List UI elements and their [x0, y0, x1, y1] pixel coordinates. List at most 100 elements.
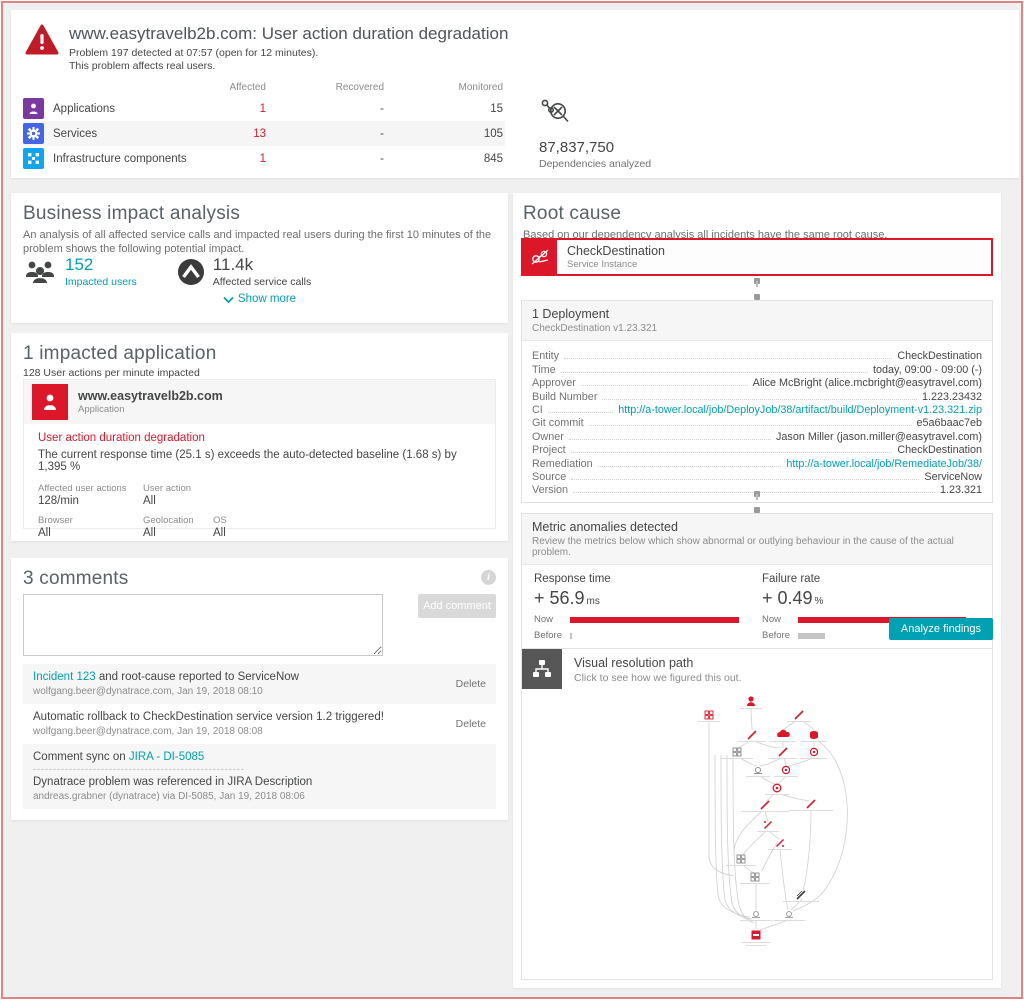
- service-calls-value: 11.4k: [213, 255, 311, 275]
- metrics-description: Review the metrics below which show abno…: [532, 536, 982, 558]
- col-monitored: Monitored: [384, 82, 503, 96]
- deployment-field-project: ProjectCheckDestination: [532, 443, 982, 456]
- comment-meta: wolfgang.beer@dynatrace.com, Jan 19, 201…: [33, 686, 486, 697]
- users-icon: [23, 260, 57, 284]
- field-user-action: User action All: [143, 483, 213, 507]
- before-bar: [798, 633, 825, 639]
- services-icon: [23, 123, 44, 144]
- impacted-users-label: Impacted users: [65, 276, 137, 288]
- col-recovered: Recovered: [266, 82, 384, 96]
- analyze-findings-button[interactable]: Analyze findings: [889, 618, 993, 640]
- ci-link[interactable]: http://a-tower.local/job/DeployJob/38/ar…: [618, 404, 982, 416]
- warning-icon: [25, 24, 59, 56]
- resolution-path-icon: [522, 649, 562, 689]
- incident-link[interactable]: Incident 123: [33, 671, 96, 683]
- monitored-count: 105: [384, 128, 503, 140]
- deployment-field-ci: CIhttp://a-tower.local/job/DeployJob/38/…: [532, 403, 982, 416]
- before-bar: [570, 633, 572, 639]
- affected-count[interactable]: 1: [221, 153, 266, 165]
- impacted-users-value: 152: [65, 255, 137, 275]
- impacted-application-subtitle: 128 User actions per minute impacted: [23, 367, 496, 379]
- info-icon[interactable]: i: [481, 570, 496, 585]
- recovered-count: -: [266, 128, 384, 140]
- connector-line: [754, 278, 760, 300]
- root-cause-title: Root cause: [523, 203, 993, 225]
- resolution-path-subtitle: Click to see how we figured this out.: [574, 672, 742, 684]
- business-impact-title: Business impact analysis: [23, 203, 496, 225]
- table-row-applications[interactable]: Applications 1 - 15: [23, 96, 505, 121]
- now-bar: [570, 617, 739, 623]
- visual-resolution-path[interactable]: Visual resolution path Click to see how …: [521, 648, 993, 980]
- comments-title: 3 comments: [23, 568, 496, 590]
- delete-comment-button[interactable]: Delete: [456, 718, 486, 730]
- comment-item: Incident 123 and root-cause reported to …: [23, 664, 496, 704]
- comment-item: Comment sync on JIRA - DI-5085 ---------…: [23, 744, 496, 809]
- monitored-count: 845: [384, 153, 503, 165]
- problem-affects: This problem affects real users.: [69, 60, 215, 72]
- deployment-field-build-number: Build Number1.223.23432: [532, 389, 982, 402]
- deployment-subtitle: CheckDestination v1.23.321: [532, 323, 982, 334]
- root-cause-entity-name: CheckDestination: [567, 244, 665, 258]
- dependencies-analyzed: 87,837,750 Dependencies analyzed: [539, 98, 651, 170]
- field-browser: Browser All: [38, 515, 143, 539]
- service-instance-icon: [523, 240, 557, 274]
- business-impact-description: An analysis of all affected service call…: [23, 229, 493, 256]
- jira-link[interactable]: JIRA - DI-5085: [129, 751, 204, 763]
- affected-count[interactable]: 1: [221, 103, 266, 115]
- impacted-users-stat[interactable]: 152 Impacted users: [23, 255, 137, 288]
- remediation-link[interactable]: http://a-tower.local/job/RemediateJob/38…: [786, 458, 982, 470]
- impacted-application-card: 1 impacted application 128 User actions …: [11, 333, 508, 541]
- delete-comment-button[interactable]: Delete: [456, 678, 486, 690]
- comment-input[interactable]: [23, 594, 383, 656]
- impact-table-header: Affected Recovered Monitored: [23, 82, 505, 96]
- resolution-path-title: Visual resolution path: [574, 656, 693, 670]
- dependencies-label: Dependencies analyzed: [539, 158, 651, 170]
- field-affected-user-actions: Affected user actions 128/min: [38, 483, 143, 507]
- application-icon: [32, 384, 68, 420]
- field-geolocation: Geolocation All: [143, 515, 213, 539]
- business-impact-card: Business impact analysis An analysis of …: [11, 193, 508, 323]
- deployment-field-git-commit: Git commite5a6baac7eb: [532, 416, 982, 429]
- service-calls-label: Affected service calls: [213, 276, 311, 288]
- resolution-path-graph[interactable]: [522, 695, 992, 977]
- impact-summary-table: Affected Recovered Monitored Application…: [23, 82, 505, 171]
- deployment-field-approver: ApproverAlice McBright (alice.mcbright@e…: [532, 376, 982, 389]
- application-detail-card[interactable]: www.easytravelb2b.com Application User a…: [23, 379, 496, 529]
- deployment-field-remediation: Remediationhttp://a-tower.local/job/Reme…: [532, 456, 982, 469]
- affected-service-calls-stat: 11.4k Affected service calls: [177, 255, 311, 288]
- field-os: OS All: [213, 515, 273, 539]
- deployment-card: 1 Deployment CheckDestination v1.23.321 …: [521, 300, 993, 503]
- page-title: www.easytravelb2b.com: User action durat…: [69, 24, 508, 44]
- deployment-title: 1 Deployment: [532, 307, 982, 321]
- chevron-down-icon: [223, 296, 234, 304]
- comments-card: 3 comments i Add comment Incident 123 an…: [11, 558, 508, 820]
- deployment-field-entity: EntityCheckDestination: [532, 349, 982, 362]
- row-label: Applications: [53, 103, 221, 115]
- service-calls-icon: [177, 258, 205, 286]
- problem-meta: Problem 197 detected at 07:57 (open for …: [69, 47, 318, 59]
- impacted-application-title: 1 impacted application: [23, 343, 496, 365]
- recovered-count: -: [266, 103, 384, 115]
- problem-type-label: User action duration degradation: [38, 432, 481, 444]
- show-more-button[interactable]: Show more: [11, 293, 508, 305]
- root-cause-entity-card[interactable]: CheckDestination Service Instance: [521, 238, 993, 276]
- add-comment-button[interactable]: Add comment: [418, 594, 496, 618]
- table-row-infrastructure[interactable]: Infrastructure components 1 - 845: [23, 146, 505, 171]
- application-name[interactable]: www.easytravelb2b.com: [78, 389, 223, 403]
- col-affected: Affected: [221, 82, 266, 96]
- connector-line: [754, 491, 760, 513]
- page-frame: www.easytravelb2b.com: User action durat…: [1, 1, 1023, 999]
- dependencies-count: 87,837,750: [539, 139, 651, 156]
- deployment-field-source: SourceServiceNow: [532, 470, 982, 483]
- table-row-services[interactable]: Services 13 - 105: [23, 121, 505, 146]
- metric-response-time: Response time + 56.9ms Now Before: [534, 573, 752, 641]
- comment-meta: andreas.grabner (dynatrace) via DI-5085,…: [33, 791, 486, 802]
- dependencies-icon: [539, 98, 571, 128]
- application-type: Application: [78, 404, 223, 415]
- affected-count[interactable]: 13: [221, 128, 266, 140]
- deployment-field-owner: OwnerJason Miller (jason.miller@easytrav…: [532, 429, 982, 442]
- comment-meta: wolfgang.beer@dynatrace.com, Jan 19, 201…: [33, 726, 486, 737]
- row-label: Infrastructure components: [53, 153, 221, 165]
- problem-header-card: www.easytravelb2b.com: User action durat…: [11, 10, 1019, 178]
- row-label: Services: [53, 128, 221, 140]
